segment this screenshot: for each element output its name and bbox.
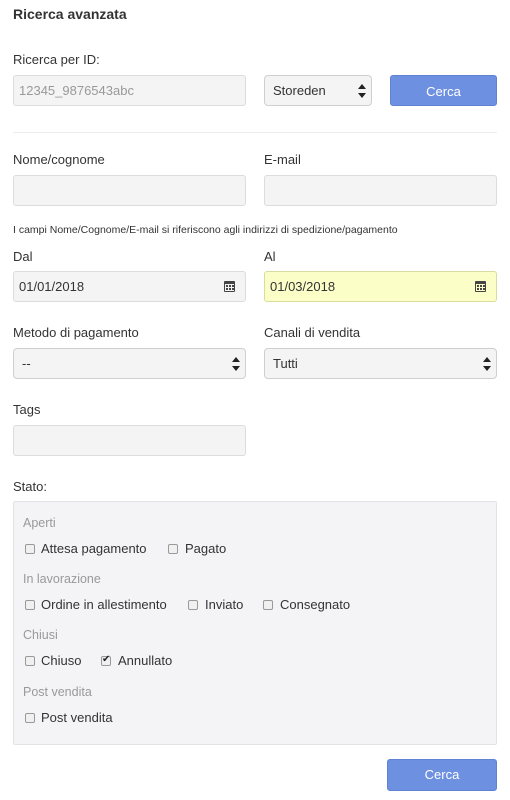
checkbox-ordine-in-allestimento[interactable]: [25, 600, 35, 610]
id-search-input[interactable]: 12345_9876543abc: [13, 75, 246, 106]
checkbox-post-vendita[interactable]: [25, 713, 35, 723]
id-search-label: Ricerca per ID:: [13, 52, 100, 67]
email-input[interactable]: [264, 175, 497, 206]
select-arrows-icon: [483, 357, 491, 371]
checkbox-label: Annullato: [118, 653, 173, 668]
checkbox-attesa-pagamento[interactable]: [25, 544, 35, 554]
checkbox-pagato[interactable]: [168, 544, 178, 554]
date-to-input[interactable]: 01/03/2018: [264, 271, 497, 302]
group-title-closed: Chiusi: [23, 628, 58, 642]
checkbox-label: Post vendita: [41, 710, 113, 725]
tags-label: Tags: [13, 402, 41, 417]
checkbox-label: Consegnato: [280, 597, 351, 612]
source-select[interactable]: Storeden: [264, 75, 372, 106]
page-title: Ricerca avanzata: [13, 6, 127, 22]
date-to-value: 01/03/2018: [270, 279, 336, 294]
checkbox-consegnato[interactable]: [263, 600, 273, 610]
sales-channels-label: Canali di vendita: [264, 325, 361, 340]
select-arrows-icon: [232, 357, 240, 371]
checkbox-label: Inviato: [205, 597, 244, 612]
payment-method-value: --: [22, 356, 31, 371]
date-from-label: Dal: [13, 249, 33, 264]
fields-note: I campi Nome/Cognome/E-mail si riferisco…: [13, 224, 398, 236]
group-title-open: Aperti: [23, 516, 56, 530]
sales-channels-value: Tutti: [273, 356, 298, 371]
date-to-label: Al: [264, 249, 276, 264]
name-label: Nome/cognome: [13, 152, 105, 167]
checkbox-chiuso[interactable]: [25, 656, 35, 666]
tags-input[interactable]: [13, 425, 246, 456]
checkbox-label: Ordine in allestimento: [41, 597, 167, 612]
status-label: Stato:: [13, 479, 47, 494]
checkbox-label: Chiuso: [41, 653, 82, 668]
group-title-post-sale: Post vendita: [23, 685, 92, 699]
divider: [13, 132, 497, 133]
payment-method-select[interactable]: --: [13, 348, 246, 379]
payment-method-label: Metodo di pagamento: [13, 325, 139, 340]
group-title-processing: In lavorazione: [23, 572, 101, 586]
checkbox-label: Pagato: [185, 541, 227, 556]
date-from-value: 01/01/2018: [19, 279, 85, 294]
calendar-icon[interactable]: [224, 281, 235, 292]
id-search-button[interactable]: Cerca: [390, 75, 497, 106]
checkbox-annullato[interactable]: [101, 654, 111, 666]
checkbox-inviato[interactable]: [188, 600, 198, 610]
date-from-input[interactable]: 01/01/2018: [13, 271, 246, 302]
checkbox-label: Attesa pagamento: [41, 541, 147, 556]
name-input[interactable]: [13, 175, 246, 206]
source-select-value: Storeden: [273, 83, 326, 98]
select-arrows-icon: [358, 84, 366, 98]
search-button[interactable]: Cerca: [387, 759, 497, 791]
calendar-icon[interactable]: [475, 281, 486, 292]
status-panel: Aperti Attesa pagamento Pagato In lavora…: [13, 501, 497, 745]
email-label: E-mail: [264, 152, 301, 167]
sales-channels-select[interactable]: Tutti: [264, 348, 497, 379]
